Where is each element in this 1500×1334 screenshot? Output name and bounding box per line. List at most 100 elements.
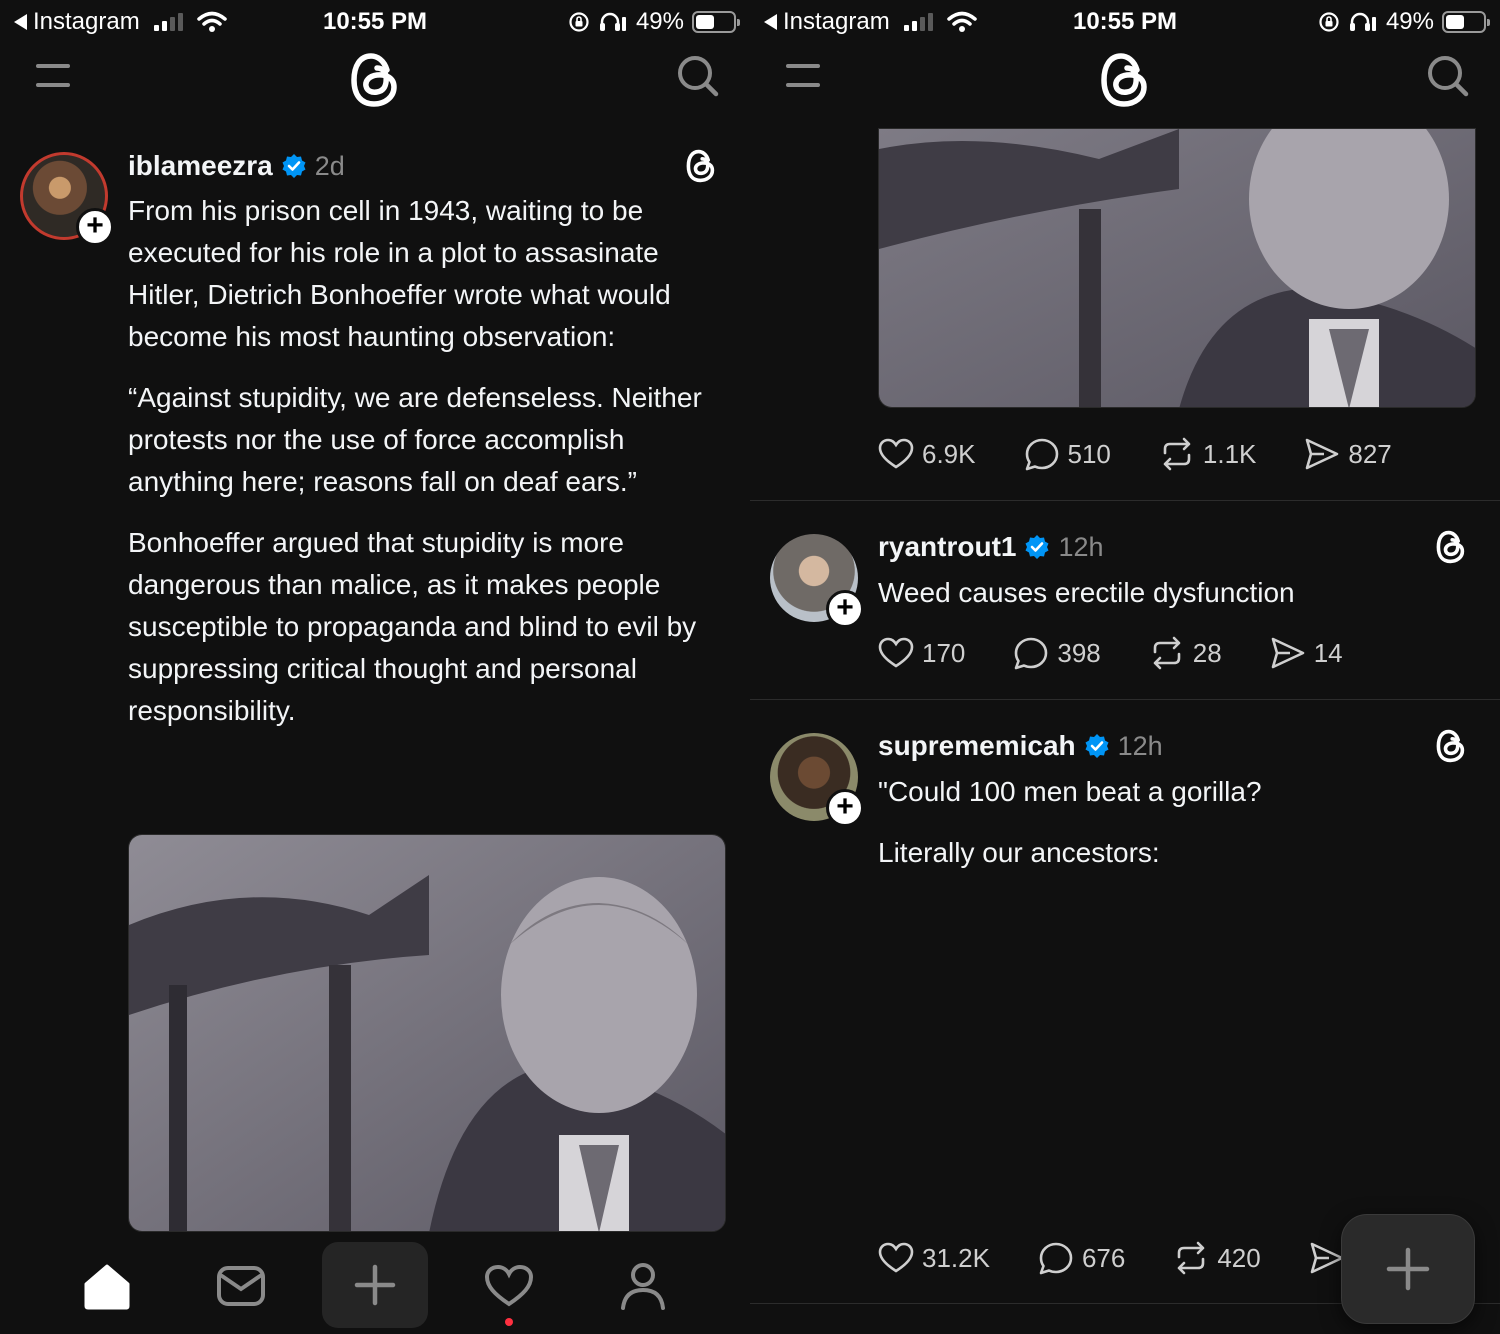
divider <box>750 699 1500 700</box>
post-actions: 31.2K 676 420 <box>878 1238 1345 1278</box>
repost-icon <box>1153 636 1181 670</box>
post-image[interactable] <box>128 834 726 1232</box>
verified-badge-icon <box>282 154 306 178</box>
post-header: iblameezra 2d <box>128 146 345 186</box>
share-count: 14 <box>1313 637 1343 668</box>
headphones-icon <box>1349 12 1376 31</box>
threads-logo-icon[interactable] <box>1434 529 1468 565</box>
paragraph: Weed causes erectile dysfunction <box>878 577 1295 608</box>
share-icon <box>1271 637 1305 669</box>
like-button[interactable]: 6.9K <box>878 438 976 470</box>
right-screen: Instagram 10:55 PM 49% 6.9K 510 1.1K 827… <box>750 0 1500 1334</box>
status-right: 49% <box>1318 8 1490 36</box>
floating-compose-button[interactable] <box>1341 1214 1475 1324</box>
status-right: 49% <box>568 8 740 36</box>
menu-icon[interactable] <box>786 64 820 102</box>
share-count: 827 <box>1348 438 1392 469</box>
rotation-lock-icon <box>569 12 589 32</box>
left-screen: Instagram 10:55 PM 49% + iblameezra 2d F… <box>0 0 750 1334</box>
follow-plus-icon[interactable]: + <box>826 789 864 827</box>
post-age: 12h <box>1117 730 1163 761</box>
comment-icon <box>1015 637 1048 670</box>
repost-icon <box>1178 1241 1205 1275</box>
verified-badge-icon <box>1085 734 1109 758</box>
bottom-nav <box>0 1234 750 1334</box>
search-icon[interactable] <box>1426 54 1470 98</box>
home-icon[interactable] <box>82 1262 132 1310</box>
battery-icon <box>1442 11 1490 33</box>
repost-icon <box>1163 437 1191 471</box>
post-actions: 170 398 28 14 <box>878 633 1343 673</box>
like-count: 170 <box>922 637 966 668</box>
post-text: "Could 100 men beat a gorilla? Literally… <box>878 771 1478 893</box>
top-nav <box>0 42 750 122</box>
status-bar: Instagram 10:55 PM 49% <box>0 0 750 42</box>
post-header: suprememicah 12h <box>878 726 1163 766</box>
heart-icon <box>878 637 914 668</box>
headphones-icon <box>599 12 626 31</box>
paragraph: From his prison cell in 1943, waiting to… <box>128 195 671 352</box>
post-age: 12h <box>1058 531 1104 562</box>
paragraph: “Against stupidity, we are defenseless. … <box>128 382 702 497</box>
username[interactable]: ryantrout1 <box>878 531 1016 563</box>
activity-heart-icon[interactable] <box>484 1264 534 1308</box>
avatar[interactable]: + <box>770 733 864 827</box>
notification-dot <box>505 1318 513 1326</box>
share-button[interactable] <box>1309 1241 1345 1275</box>
repost-button[interactable]: 28 <box>1149 636 1222 670</box>
reply-button[interactable]: 676 <box>1038 1241 1125 1275</box>
follow-plus-icon[interactable]: + <box>76 208 114 246</box>
repost-count: 28 <box>1192 637 1222 668</box>
rotation-lock-icon <box>1319 12 1339 32</box>
plus-icon <box>1386 1247 1430 1291</box>
battery-percent: 49% <box>635 8 684 35</box>
divider <box>750 500 1500 501</box>
post-image-continued[interactable] <box>878 128 1476 408</box>
post-actions: 6.9K 510 1.1K 827 <box>878 434 1392 474</box>
repost-count: 420 <box>1217 1242 1261 1273</box>
threads-logo-icon[interactable] <box>1098 50 1152 110</box>
heart-icon <box>878 1242 914 1273</box>
reply-count: 676 <box>1081 1242 1126 1273</box>
profile-icon[interactable] <box>620 1262 666 1310</box>
reply-count: 510 <box>1067 438 1111 469</box>
comment-icon <box>1025 438 1058 471</box>
reply-button[interactable]: 398 <box>1013 636 1101 670</box>
like-button[interactable]: 170 <box>878 637 965 669</box>
username[interactable]: iblameezra <box>128 150 273 182</box>
avatar[interactable]: + <box>20 152 114 246</box>
share-button[interactable]: 14 <box>1270 636 1343 670</box>
post-age: 2d <box>314 150 345 181</box>
repost-button[interactable]: 1.1K <box>1159 437 1257 471</box>
reply-count: 398 <box>1057 637 1101 668</box>
repost-count: 1.1K <box>1202 438 1257 469</box>
share-button[interactable]: 827 <box>1304 437 1392 471</box>
search-icon[interactable] <box>676 54 720 98</box>
repost-button[interactable]: 420 <box>1173 1241 1261 1275</box>
menu-icon[interactable] <box>36 64 70 102</box>
paragraph: "Could 100 men beat a gorilla? <box>878 776 1262 807</box>
battery-percent: 49% <box>1385 8 1434 35</box>
plus-icon <box>354 1264 396 1306</box>
threads-logo-icon[interactable] <box>1434 728 1468 764</box>
like-button[interactable]: 31.2K <box>878 1242 990 1274</box>
inbox-icon[interactable] <box>216 1264 266 1308</box>
share-icon <box>1306 438 1339 470</box>
threads-logo-icon[interactable] <box>348 50 402 110</box>
follow-plus-icon[interactable]: + <box>826 590 864 628</box>
verified-badge-icon <box>1025 535 1049 559</box>
username[interactable]: suprememicah <box>878 730 1076 762</box>
reply-button[interactable]: 510 <box>1024 437 1111 471</box>
like-count: 6.9K <box>922 438 976 469</box>
threads-logo-icon[interactable] <box>684 148 718 184</box>
post-text: Weed causes erectile dysfunction <box>878 572 1478 633</box>
paragraph: Literally our ancestors: <box>878 837 1160 868</box>
share-icon <box>1310 1242 1344 1274</box>
status-bar: Instagram 10:55 PM 49% <box>750 0 1500 42</box>
avatar[interactable]: + <box>770 534 864 628</box>
paragraph: Bonhoeffer argued that stupidity is more… <box>128 527 697 726</box>
heart-icon <box>878 438 914 469</box>
like-count: 31.2K <box>922 1242 990 1273</box>
post-text: From his prison cell in 1943, waiting to… <box>128 190 728 751</box>
new-thread-button[interactable] <box>322 1242 428 1328</box>
